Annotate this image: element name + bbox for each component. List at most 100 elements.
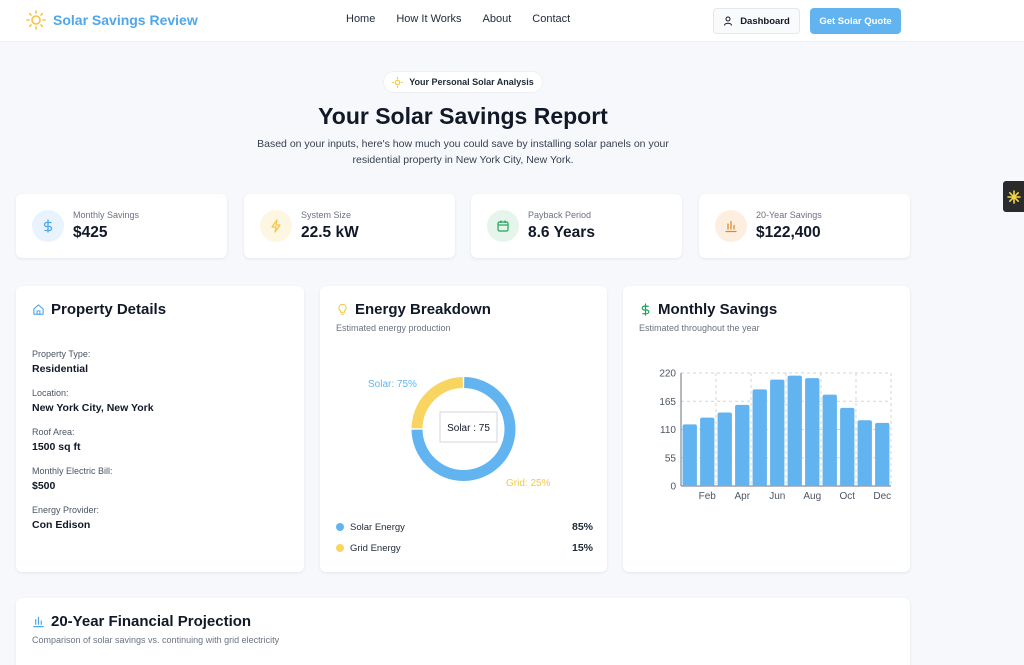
y-tick-label: 55 — [665, 453, 677, 464]
donut-tooltip: Solar : 75 — [447, 423, 490, 434]
x-tick-label: Aug — [803, 491, 821, 502]
bar-chart-icon — [715, 210, 747, 242]
electric-bill-row: Monthly Electric Bill: $500 — [32, 466, 113, 492]
location-value: New York City, New York — [32, 402, 154, 414]
x-tick-label: Apr — [734, 491, 750, 502]
stat-value: 22.5 kW — [301, 224, 359, 241]
x-tick-label: Feb — [699, 491, 717, 502]
stat-label: Monthly Savings — [73, 210, 140, 220]
calendar-icon — [487, 210, 519, 242]
solar-dot — [336, 523, 344, 531]
home-icon — [33, 304, 44, 315]
energy-breakdown-card: Energy Breakdown Estimated energy produc… — [320, 286, 607, 572]
bar-mar[interactable] — [717, 412, 732, 486]
monthly-savings-bar-chart: 0 55 110 165 220 Feb Apr Jun Aug Oct Dec — [659, 369, 892, 502]
y-tick-label: 0 — [670, 482, 676, 493]
page-subtitle: Based on your inputs, here's how much yo… — [243, 136, 683, 168]
bar-apr[interactable] — [735, 404, 750, 486]
card-title: Energy Breakdown — [336, 301, 491, 318]
donut-label-solar: Solar: 75% — [368, 379, 417, 390]
monthly-subtitle: Estimated throughout the year — [639, 323, 760, 333]
energy-provider-value: Con Edison — [32, 519, 91, 531]
y-tick-label: 220 — [659, 369, 676, 380]
legend-grid-energy: Grid Energy 15% — [336, 542, 593, 554]
subtitle-line-2: residential property in New York City, N… — [352, 154, 574, 166]
card-title: Monthly Savings — [639, 301, 777, 318]
top-navbar: Solar Savings Review Home How It Works A… — [0, 0, 1024, 42]
financial-projection-card: 20-Year Financial Projection Comparison … — [16, 598, 910, 665]
energy-title: Energy Breakdown — [355, 301, 491, 318]
property-type-label: Property Type: — [32, 349, 91, 359]
legend-solar-energy: Solar Energy 85% — [336, 521, 593, 533]
bar-feb[interactable] — [700, 417, 715, 486]
bar-oct[interactable] — [840, 407, 855, 486]
y-tick-label: 165 — [659, 397, 676, 408]
lightbulb-icon — [338, 303, 347, 315]
page-title: Your Solar Savings Report — [318, 103, 608, 129]
stat-label: System Size — [301, 210, 352, 220]
bar-sep[interactable] — [822, 394, 837, 486]
property-type-value: Residential — [32, 363, 89, 375]
dollar-icon — [641, 303, 650, 316]
brand-name: Solar Savings Review — [53, 12, 198, 28]
legend-solar-name: Solar Energy — [350, 521, 405, 533]
nav-contact[interactable]: Contact — [532, 13, 570, 25]
dashboard-label: Dashboard — [740, 15, 790, 27]
monthly-savings-card: Monthly Savings Estimated throughout the… — [623, 286, 910, 572]
bar-jul[interactable] — [787, 375, 802, 486]
sun-icon — [392, 76, 404, 88]
electric-bill-value: $500 — [32, 480, 56, 492]
user-icon — [724, 16, 733, 26]
stat-system-size: System Size 22.5 kW — [244, 194, 455, 258]
bar-nov[interactable] — [857, 420, 872, 486]
nav-home[interactable]: Home — [346, 13, 375, 25]
bar-chart-icon — [33, 616, 44, 628]
legend-solar-pct: 85% — [571, 521, 593, 533]
projection-subtitle: Comparison of solar savings vs. continui… — [32, 635, 280, 645]
subtitle-line-1: Based on your inputs, here's how much yo… — [257, 138, 669, 150]
analysis-badge-label: Your Personal Solar Analysis — [409, 77, 534, 87]
bar-aug[interactable] — [805, 378, 820, 486]
location-label: Location: — [32, 388, 69, 398]
electric-bill-label: Monthly Electric Bill: — [32, 466, 113, 476]
bar-jan[interactable] — [682, 424, 697, 486]
bar-dec[interactable] — [875, 422, 890, 486]
card-title: 20-Year Financial Projection — [32, 613, 251, 630]
bar-jun[interactable] — [770, 379, 785, 486]
x-tick-label: Oct — [839, 491, 855, 502]
main-nav: Home How It Works About Contact — [346, 13, 570, 25]
asterisk-icon — [1006, 189, 1021, 204]
stat-label: 20-Year Savings — [756, 210, 822, 220]
x-tick-label: Jun — [769, 491, 785, 502]
stat-value: 8.6 Years — [528, 224, 595, 241]
stat-payback-period: Payback Period 8.6 Years — [471, 194, 682, 258]
dashboard-button[interactable]: Dashboard — [713, 8, 800, 34]
property-title: Property Details — [51, 301, 167, 318]
bolt-icon — [260, 210, 292, 242]
side-widget-tab[interactable] — [1003, 181, 1024, 212]
location-row: Location: New York City, New York — [32, 388, 154, 414]
energy-provider-label: Energy Provider: — [32, 505, 100, 515]
stat-value: $425 — [73, 224, 108, 241]
dollar-icon — [32, 210, 64, 242]
legend-grid-pct: 15% — [571, 542, 593, 554]
donut-label-grid: Grid: 25% — [506, 478, 551, 489]
property-details-card: Property Details Property Type: Resident… — [16, 286, 304, 572]
brand-logo[interactable]: Solar Savings Review — [26, 10, 198, 30]
projection-title: 20-Year Financial Projection — [51, 613, 252, 630]
y-tick-label: 110 — [660, 425, 676, 436]
energy-subtitle: Estimated energy production — [336, 323, 451, 333]
roof-area-label: Roof Area: — [32, 427, 75, 437]
energy-provider-row: Energy Provider: Con Edison — [32, 505, 99, 531]
roof-area-value: 1500 sq ft — [32, 441, 81, 453]
property-type-row: Property Type: Residential — [32, 349, 90, 375]
get-quote-button[interactable]: Get Solar Quote — [810, 8, 901, 34]
x-tick-label: Dec — [873, 491, 891, 502]
nav-how-it-works[interactable]: How It Works — [396, 13, 461, 25]
roof-area-row: Roof Area: 1500 sq ft — [32, 427, 80, 453]
stat-20-year-savings: 20-Year Savings $122,400 — [699, 194, 910, 258]
stat-value: $122,400 — [756, 224, 821, 241]
monthly-title: Monthly Savings — [658, 301, 778, 318]
bar-may[interactable] — [752, 389, 767, 486]
nav-about[interactable]: About — [483, 13, 512, 25]
